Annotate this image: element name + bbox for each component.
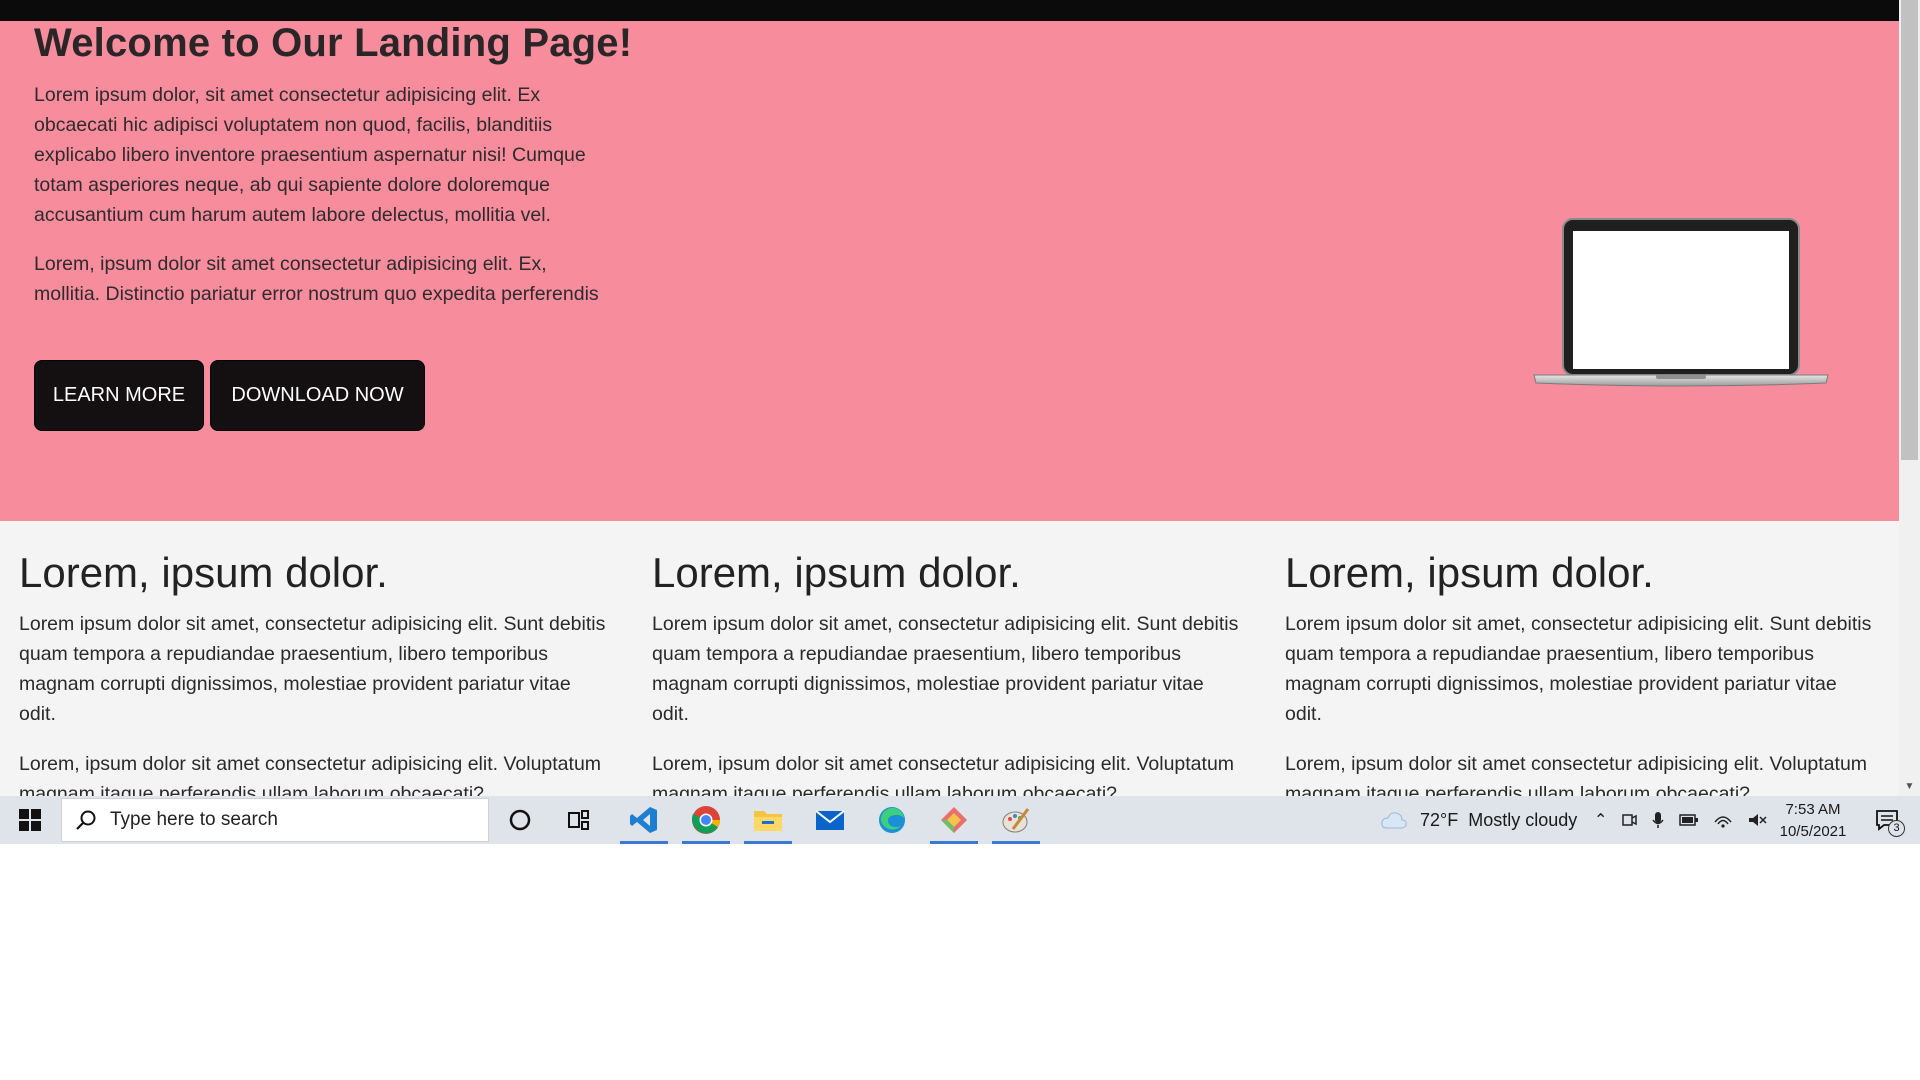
laptop-image	[1533, 218, 1829, 387]
microphone-icon[interactable]	[1651, 811, 1665, 829]
weather-temperature: 72°F	[1420, 809, 1459, 830]
scroll-down-arrow-icon[interactable]: ▼	[1899, 778, 1920, 796]
wifi-icon[interactable]	[1713, 812, 1733, 828]
weather-description: Mostly cloudy	[1468, 809, 1578, 830]
top-bar	[0, 0, 1899, 21]
scrollbar-thumb[interactable]	[1901, 0, 1918, 460]
download-now-button[interactable]: DOWNLOAD NOW	[210, 360, 425, 431]
features-section: Lorem, ipsum dolor. Lorem ipsum dolor si…	[0, 521, 1899, 796]
cloud-icon	[1381, 812, 1407, 829]
hero-paragraph-1: Lorem ipsum dolor, sit amet consectetur …	[34, 84, 586, 226]
clock-date: 10/5/2021	[1779, 823, 1847, 840]
paint-icon[interactable]	[986, 796, 1046, 844]
feature-heading: Lorem, ipsum dolor.	[19, 549, 388, 596]
page-title: Welcome to Our Landing Page!	[34, 21, 633, 65]
vscode-icon[interactable]	[614, 796, 674, 844]
feature-text: Lorem ipsum dolor sit amet, consectetur …	[1285, 613, 1872, 725]
volume-muted-icon[interactable]	[1747, 812, 1767, 828]
browser-viewport: Welcome to Our Landing Page! Lorem ipsum…	[0, 0, 1920, 844]
feature-text: Lorem, ipsum dolor sit amet consectetur …	[19, 753, 602, 796]
system-tray: ⌃	[1594, 796, 1767, 844]
battery-icon[interactable]	[1679, 813, 1699, 827]
hero-paragraph-2: Lorem, ipsum dolor sit amet consectetur …	[34, 253, 599, 305]
search-placeholder: Type here to search	[110, 809, 278, 830]
search-icon	[62, 809, 110, 831]
weather-widget[interactable]: 72°F Mostly cloudy	[1380, 796, 1577, 844]
clock-time: 7:53 AM	[1785, 801, 1841, 818]
feature-text: Lorem, ipsum dolor sit amet consectetur …	[1285, 753, 1868, 796]
clock[interactable]: 7:53 AM 10/5/2021	[1768, 799, 1858, 843]
chrome-icon[interactable]	[676, 796, 736, 844]
task-view-icon[interactable]	[550, 796, 610, 844]
windows-logo-icon	[19, 809, 41, 831]
feature-text: Lorem ipsum dolor sit amet, consectetur …	[652, 613, 1239, 725]
feature-text: Lorem ipsum dolor sit amet, consectetur …	[19, 613, 606, 725]
file-explorer-icon[interactable]	[738, 796, 798, 844]
notification-center-button[interactable]: 3	[1862, 796, 1912, 844]
start-button[interactable]	[0, 796, 60, 844]
feature-heading: Lorem, ipsum dolor.	[1285, 549, 1654, 596]
edge-icon[interactable]	[862, 796, 922, 844]
hero-section: Welcome to Our Landing Page! Lorem ipsum…	[0, 21, 1899, 521]
notification-badge: 3	[1888, 820, 1905, 837]
page-scrollbar[interactable]: ▼	[1899, 0, 1920, 796]
learn-more-button[interactable]: LEARN MORE	[34, 360, 204, 431]
taskbar-search-box[interactable]: Type here to search	[61, 798, 489, 842]
chevron-up-icon[interactable]: ⌃	[1594, 810, 1607, 830]
meet-now-icon[interactable]	[1621, 811, 1638, 829]
taskbar: Type here to search 72°F Mostly cloudy ⌃…	[0, 796, 1920, 844]
mail-icon[interactable]	[800, 796, 860, 844]
feature-heading: Lorem, ipsum dolor.	[652, 549, 1021, 596]
cortana-icon[interactable]	[490, 796, 550, 844]
git-icon[interactable]	[924, 796, 984, 844]
feature-text: Lorem, ipsum dolor sit amet consectetur …	[652, 753, 1235, 796]
